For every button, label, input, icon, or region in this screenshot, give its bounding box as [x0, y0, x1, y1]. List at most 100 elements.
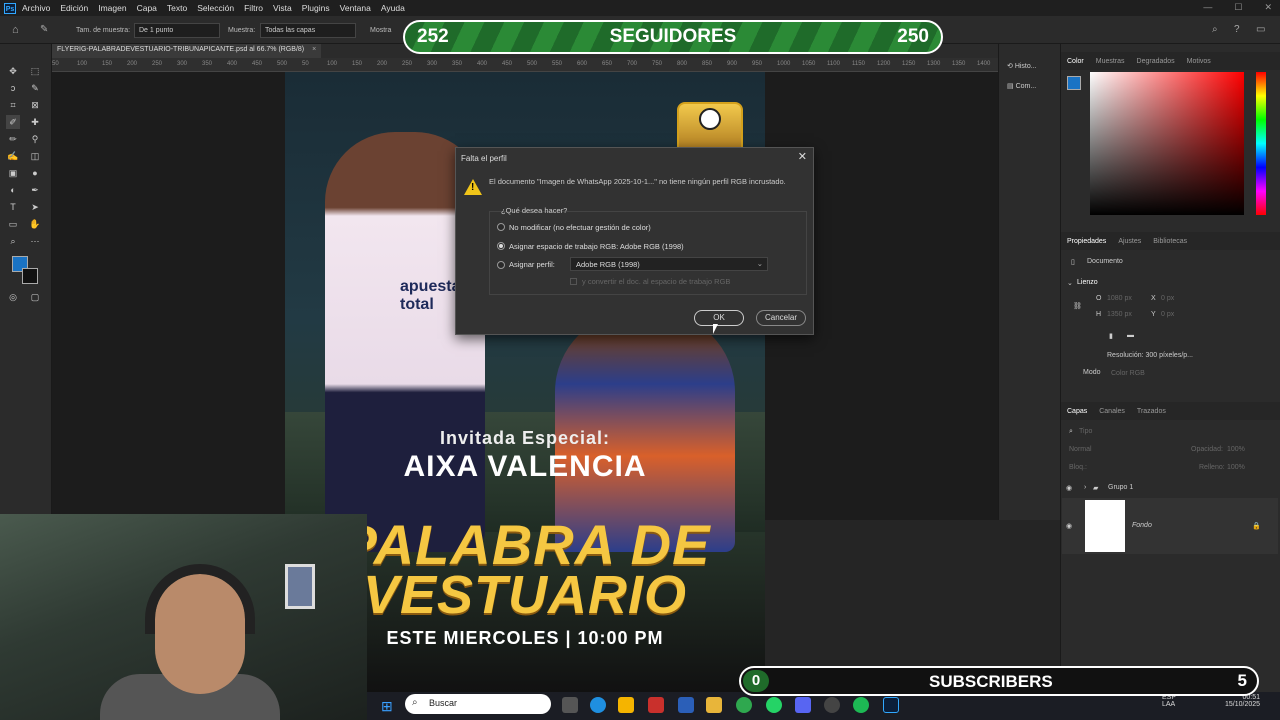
show-ring-checkbox[interactable]: Mostra [370, 27, 391, 34]
tab-trazados[interactable]: Trazados [1137, 408, 1166, 420]
edge-icon[interactable] [590, 697, 606, 713]
zoom-tool-icon[interactable]: ⌕ [6, 234, 20, 248]
menu-vista[interactable]: Vista [273, 3, 292, 13]
menu-ayuda[interactable]: Ayuda [381, 3, 405, 13]
chrome-icon[interactable] [736, 697, 752, 713]
type-tool-icon[interactable]: T [6, 200, 20, 214]
opacity-field[interactable]: 100% [1227, 446, 1245, 453]
hue-slider[interactable] [1256, 72, 1266, 215]
marquee-tool-icon[interactable]: ⬚ [28, 64, 42, 78]
obs-icon[interactable] [824, 697, 840, 713]
profile-select[interactable]: Adobe RGB (1998) ⌄ [570, 257, 768, 271]
menu-ventana[interactable]: Ventana [340, 3, 371, 13]
powerpoint-icon[interactable] [648, 697, 664, 713]
spotify-icon[interactable] [853, 697, 869, 713]
background-color-swatch[interactable] [22, 268, 38, 284]
close-icon[interactable]: ✕ [1264, 2, 1272, 13]
brush-tool-icon[interactable]: ✏ [6, 132, 20, 146]
hand-tool-icon[interactable]: ✋ [28, 217, 42, 231]
tab-capas[interactable]: Capas [1067, 408, 1087, 420]
path-select-icon[interactable]: ➤ [28, 200, 42, 214]
move-tool-icon[interactable]: ✥ [6, 64, 20, 78]
fill-field[interactable]: 100% [1227, 464, 1245, 471]
ok-button[interactable]: OK [694, 310, 744, 326]
language-indicator[interactable]: ESP LAA [1162, 694, 1176, 708]
tab-muestras[interactable]: Muestras [1096, 58, 1125, 70]
menu-archivo[interactable]: Archivo [22, 3, 50, 13]
menu-capa[interactable]: Capa [137, 3, 157, 13]
whatsapp-icon[interactable] [766, 697, 782, 713]
radio-assign-working-label[interactable]: Asignar espacio de trabajo RGB: Adobe RG… [509, 242, 684, 251]
width-field[interactable]: 1080 px [1107, 295, 1132, 302]
menu-imagen[interactable]: Imagen [98, 3, 126, 13]
menu-seleccion[interactable]: Selección [197, 3, 234, 13]
convert-checkbox[interactable] [570, 278, 577, 285]
clock[interactable]: 00:51 15/10/2025 [1225, 694, 1260, 708]
menu-filtro[interactable]: Filtro [244, 3, 263, 13]
canvas-section-chevron[interactable]: ⌄ [1067, 279, 1073, 287]
gradient-tool-icon[interactable]: ▣ [6, 166, 20, 180]
portrait-orientation-icon[interactable]: ▮ [1109, 332, 1113, 340]
minimize-icon[interactable]: — [1203, 2, 1212, 13]
visibility-eye-icon[interactable]: ◉ [1066, 522, 1072, 530]
x-field[interactable]: 0 px [1161, 295, 1174, 302]
help-icon[interactable]: ? [1234, 24, 1240, 35]
frame-tool-icon[interactable]: ⊠ [28, 98, 42, 112]
file-explorer-icon[interactable] [706, 697, 722, 713]
eyedropper-tool-icon[interactable]: ✐ [6, 115, 20, 129]
discord-icon[interactable] [795, 697, 811, 713]
eyedropper-icon[interactable]: ✎ [40, 24, 48, 35]
tab-bibliotecas[interactable]: Bibliotecas [1153, 238, 1187, 250]
taskbar-search[interactable]: Buscar [405, 694, 551, 714]
tab-ajustes[interactable]: Ajustes [1118, 238, 1141, 250]
visibility-eye-icon[interactable]: ◉ [1066, 484, 1072, 492]
radio-assign-profile-label[interactable]: Asignar perfil: [509, 260, 555, 269]
close-tab-icon[interactable]: × [312, 46, 316, 53]
height-field[interactable]: 1350 px [1107, 311, 1132, 318]
task-view-icon[interactable] [562, 697, 578, 713]
stamp-tool-icon[interactable]: ⚲ [28, 132, 42, 146]
layer-row-group[interactable]: ◉ › ▰ Grupo 1 [1062, 480, 1278, 496]
crop-tool-icon[interactable]: ⌗ [6, 98, 20, 112]
landscape-orientation-icon[interactable]: ▬ [1127, 332, 1134, 339]
history-panel-button[interactable]: ⟲ Histo... [1007, 62, 1037, 70]
blur-tool-icon[interactable]: ● [28, 166, 42, 180]
radio-assign-working[interactable] [497, 242, 505, 250]
mode-select[interactable]: Color RGB [1111, 370, 1145, 377]
workspace-icon[interactable]: ▭ [1256, 24, 1265, 35]
link-dimensions-icon[interactable]: ⛓ [1073, 302, 1082, 310]
radio-no-modify[interactable] [497, 223, 505, 231]
pen-tool-icon[interactable]: ✒ [28, 183, 42, 197]
tab-degradados[interactable]: Degradados [1137, 58, 1175, 70]
windows-start-icon[interactable]: ⊞ [381, 698, 393, 715]
sample-size-select[interactable]: De 1 punto [134, 23, 220, 38]
expand-group-icon[interactable]: › [1084, 484, 1086, 491]
lasso-tool-icon[interactable]: ↄ [6, 81, 20, 95]
menu-edicion[interactable]: Edición [60, 3, 88, 13]
home-icon[interactable]: ⌂ [12, 24, 19, 36]
eraser-tool-icon[interactable]: ◫ [28, 149, 42, 163]
radio-assign-profile[interactable] [497, 261, 505, 269]
menu-texto[interactable]: Texto [167, 3, 187, 13]
layer-filter-input[interactable]: Tipo [1079, 428, 1092, 435]
tab-color[interactable]: Color [1067, 58, 1084, 70]
photoshop-taskbar-icon[interactable] [883, 697, 899, 713]
word-icon[interactable] [678, 697, 694, 713]
cancel-button[interactable]: Cancelar [756, 310, 806, 326]
color-panel-fg-swatch[interactable] [1067, 76, 1081, 90]
healing-tool-icon[interactable]: ✚ [28, 115, 42, 129]
document-tab[interactable]: FLYERIG-PALABRADEVESTUARIO-TRIBUNAPICANT… [52, 44, 322, 58]
blend-mode-select[interactable]: Normal [1069, 446, 1092, 453]
more-tools-icon[interactable]: ⋯ [28, 234, 42, 248]
quick-select-tool-icon[interactable]: ✎ [28, 81, 42, 95]
color-picker-field[interactable] [1090, 72, 1244, 215]
shape-tool-icon[interactable]: ▭ [6, 217, 20, 231]
tab-motivos[interactable]: Motivos [1187, 58, 1211, 70]
y-field[interactable]: 0 px [1161, 311, 1174, 318]
maximize-icon[interactable]: ☐ [1234, 2, 1242, 13]
tab-canales[interactable]: Canales [1099, 408, 1125, 420]
radio-no-modify-label[interactable]: No modificar (no efectuar gestión de col… [509, 223, 651, 232]
quick-mask-icon[interactable]: ◎ [6, 290, 20, 304]
store-icon[interactable] [618, 697, 634, 713]
menu-plugins[interactable]: Plugins [302, 3, 330, 13]
